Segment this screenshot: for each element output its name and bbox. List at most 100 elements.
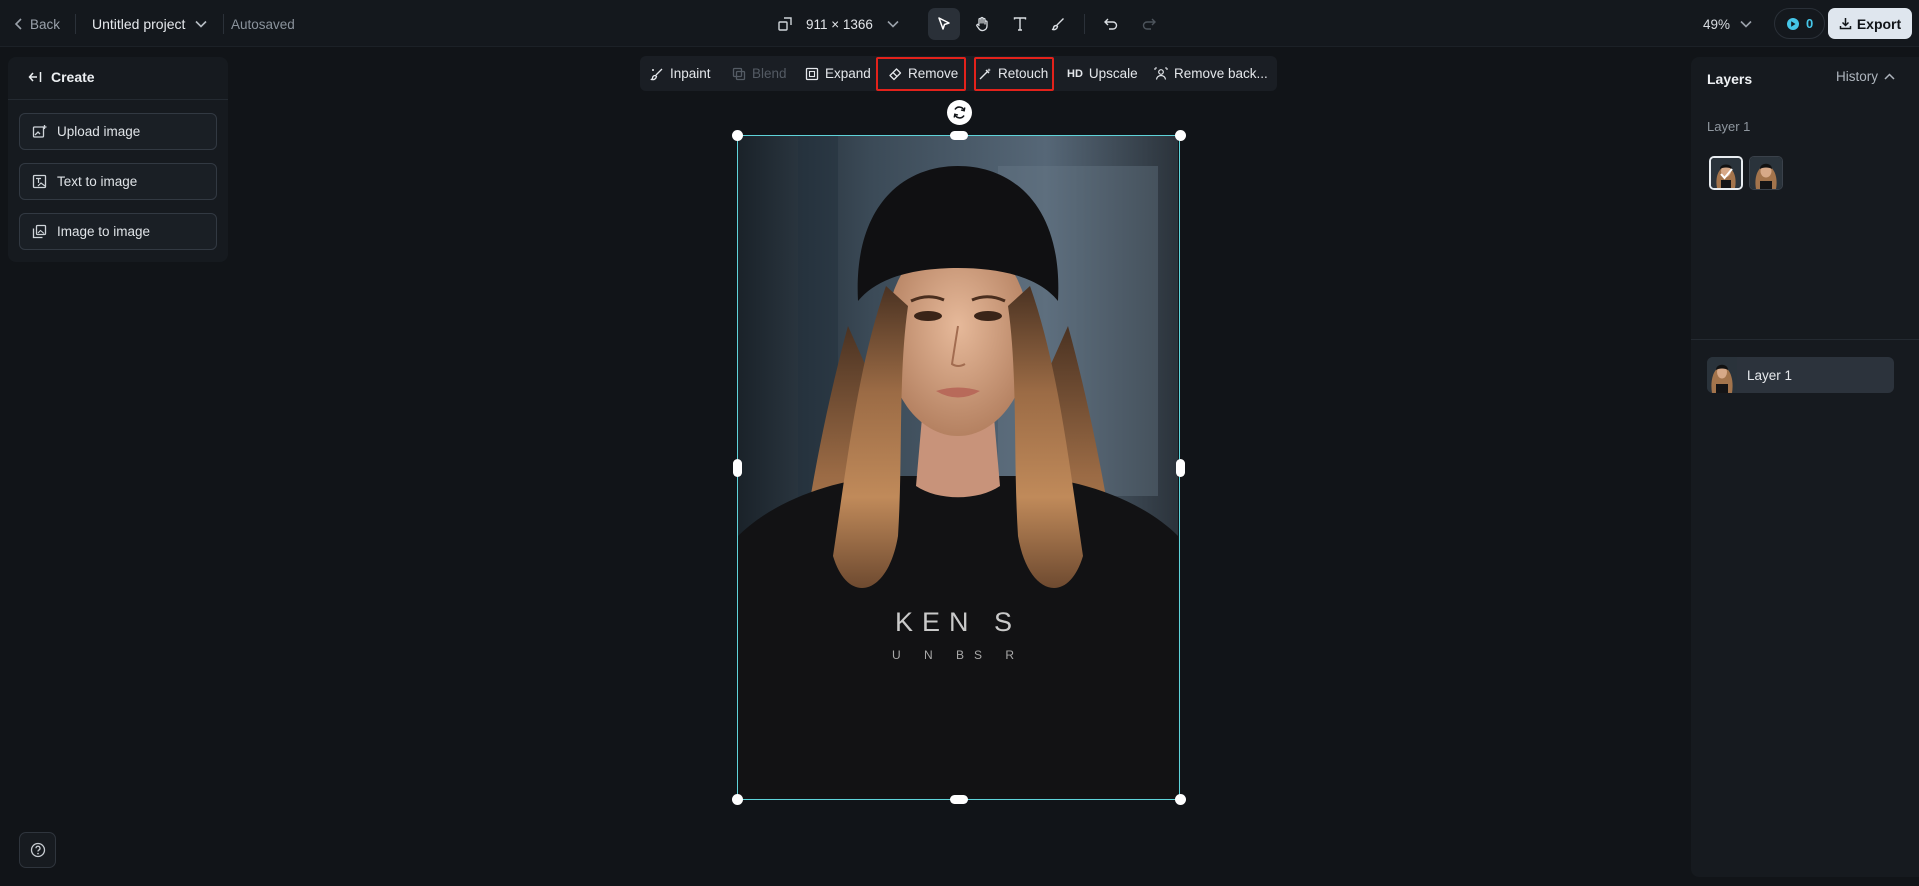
blend-button[interactable]: Blend	[732, 56, 787, 91]
resize-handle-bottom-right[interactable]	[1175, 794, 1186, 805]
download-icon	[1839, 18, 1852, 30]
brush-icon	[1051, 18, 1064, 31]
chevron-up-icon	[1884, 73, 1895, 80]
chevron-left-icon	[14, 18, 22, 30]
resize-handle-bottom[interactable]	[950, 795, 968, 804]
resize-handle-top-right[interactable]	[1175, 130, 1186, 141]
resize-handle-right[interactable]	[1176, 459, 1185, 477]
zoom-dropdown[interactable]: 49%	[1703, 13, 1752, 35]
layer-row[interactable]: Layer 1	[1707, 357, 1894, 393]
select-tool[interactable]	[928, 8, 960, 40]
redo-icon	[1142, 18, 1156, 30]
canvas-image[interactable]: KEN S U N BS R	[737, 135, 1180, 800]
canvas-tools	[928, 8, 1165, 40]
zoom-level: 49%	[1703, 16, 1731, 32]
canvas-size-dropdown[interactable]: 911 × 1366	[778, 12, 899, 36]
create-panel: Create Upload image Text to image Image …	[8, 57, 228, 262]
retouch-button[interactable]: Retouch	[978, 56, 1048, 91]
export-button[interactable]: Export	[1828, 8, 1912, 39]
remove-background-button[interactable]: Remove back...	[1154, 56, 1268, 91]
credit-coin-icon	[1787, 17, 1799, 30]
text-to-image-label: Text to image	[57, 174, 138, 189]
expand-label: Expand	[825, 66, 871, 81]
divider	[1691, 339, 1919, 340]
edit-toolbar: Inpaint Blend Expand Remove Retouch HD U…	[640, 56, 1277, 91]
undo-icon	[1104, 18, 1118, 30]
upscale-button[interactable]: HD Upscale	[1067, 56, 1138, 91]
layer-row-thumbnail	[1707, 357, 1737, 393]
hand-icon	[976, 16, 988, 32]
inpaint-icon	[650, 68, 663, 80]
blend-icon	[732, 67, 746, 80]
expand-button[interactable]: Expand	[805, 56, 871, 91]
project-name: Untitled project	[92, 16, 186, 32]
layers-title: Layers	[1707, 71, 1753, 87]
resize-handle-left[interactable]	[733, 459, 742, 477]
upload-image-button[interactable]: Upload image	[19, 113, 217, 150]
hd-icon: HD	[1067, 67, 1083, 80]
collapse-panel-icon	[28, 72, 42, 82]
top-bar: Back Untitled project Autosaved 911 × 13…	[0, 0, 1919, 47]
undo-button[interactable]	[1095, 8, 1127, 40]
chevron-down-icon	[1740, 20, 1752, 28]
remove-background-label: Remove back...	[1174, 66, 1268, 81]
redo-button[interactable]	[1133, 8, 1165, 40]
resize-icon	[778, 17, 792, 31]
eraser-icon	[889, 67, 902, 80]
export-label: Export	[1856, 15, 1902, 32]
shirt-text-line1: KEN S	[895, 607, 1021, 637]
remove-label: Remove	[908, 66, 959, 81]
credits-badge[interactable]: 0	[1774, 8, 1826, 39]
expand-icon	[805, 67, 819, 80]
hand-tool[interactable]	[966, 8, 998, 40]
chevron-down-icon	[887, 20, 899, 28]
inpaint-button[interactable]: Inpaint	[650, 56, 711, 91]
layer-thumbnail[interactable]	[1749, 156, 1783, 190]
project-name-dropdown[interactable]: Untitled project	[92, 13, 207, 35]
inpaint-label: Inpaint	[670, 66, 711, 81]
layer-group-label: Layer 1	[1707, 119, 1751, 134]
portrait-thumbnail	[1750, 157, 1782, 189]
remove-background-icon	[1154, 66, 1168, 80]
portrait-image: KEN S U N BS R	[738, 136, 1178, 798]
help-icon	[30, 842, 45, 858]
layer-thumbnail-selected[interactable]	[1709, 156, 1743, 190]
resize-handle-bottom-left[interactable]	[732, 794, 743, 805]
divider	[75, 14, 76, 34]
image-to-image-button[interactable]: Image to image	[19, 213, 217, 250]
text-tool[interactable]	[1004, 8, 1036, 40]
retouch-label: Retouch	[998, 66, 1049, 81]
image-to-image-label: Image to image	[57, 224, 151, 239]
history-toggle[interactable]: History	[1836, 69, 1895, 84]
divider	[8, 99, 228, 100]
resize-handle-top[interactable]	[950, 131, 968, 140]
layer-name: Layer 1	[1747, 367, 1793, 383]
back-label: Back	[30, 16, 61, 32]
history-label: History	[1836, 69, 1879, 84]
canvas-size: 911 × 1366	[806, 16, 873, 32]
portrait-thumbnail	[1707, 357, 1737, 393]
chevron-down-icon	[195, 20, 207, 28]
layers-panel: Layers History Layer 1 Layer 1	[1691, 57, 1919, 877]
rotate-icon	[953, 106, 966, 119]
text-icon	[1013, 17, 1027, 31]
brush-tool[interactable]	[1042, 8, 1074, 40]
cursor-arrow-icon	[938, 17, 950, 30]
upscale-label: Upscale	[1088, 66, 1138, 81]
upload-image-icon	[32, 125, 47, 138]
upload-image-label: Upload image	[57, 124, 141, 139]
text-to-image-button[interactable]: Text to image	[19, 163, 217, 200]
image-to-image-icon	[32, 224, 47, 239]
blend-label: Blend	[752, 66, 787, 81]
divider	[223, 14, 224, 34]
save-status: Autosaved	[231, 16, 295, 32]
back-button[interactable]: Back	[14, 13, 60, 35]
create-panel-header[interactable]: Create	[28, 69, 95, 85]
divider	[1084, 14, 1085, 34]
help-button[interactable]	[19, 832, 56, 868]
resize-handle-top-left[interactable]	[732, 130, 743, 141]
portrait-thumbnail	[1711, 158, 1741, 188]
rotate-handle[interactable]	[947, 100, 972, 125]
create-panel-title: Create	[51, 69, 95, 85]
remove-button[interactable]: Remove	[888, 56, 958, 91]
